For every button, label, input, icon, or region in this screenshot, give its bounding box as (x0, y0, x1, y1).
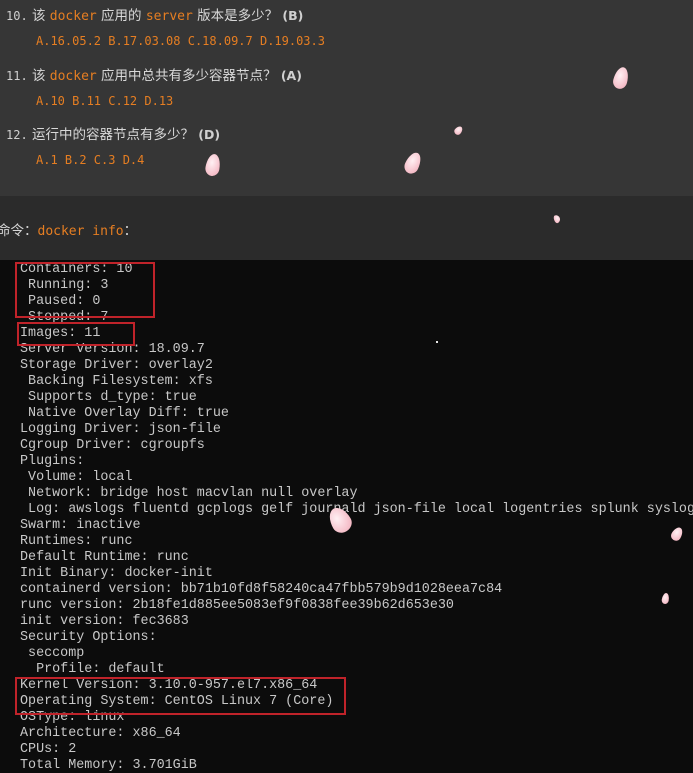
petal-decoration (552, 214, 562, 224)
question-11-options: A.10 B.11 C.12 D.13 (36, 94, 174, 108)
terminal-line: Logging Driver: json-file (20, 422, 221, 437)
terminal-line: Default Runtime: runc (20, 550, 189, 565)
speck-decoration (436, 341, 438, 343)
answer-label: (A) (280, 68, 302, 83)
command-code: docker info (37, 224, 124, 239)
terminal-line: Supports d_type: true (20, 390, 197, 405)
terminal-line: Architecture: x86_64 (20, 726, 181, 741)
terminal-line: Security Options: (20, 630, 157, 645)
command-label: 命令： (0, 223, 38, 239)
question-text: 应用的 (96, 8, 146, 24)
terminal-line: Backing Filesystem: xfs (20, 374, 213, 389)
terminal-line: Plugins: (20, 454, 85, 469)
terminal-line: Native Overlay Diff: true (20, 406, 229, 421)
highlight-box-containers (15, 262, 155, 318)
question-text: 应用中总共有多少容器节点？ (96, 68, 281, 84)
question-text: 运行中的容器节点有多少？ (27, 127, 199, 143)
answer-label: (D) (198, 127, 221, 142)
question-10-options: A.16.05.2 B.17.03.08 C.18.09.7 D.19.03.3 (36, 34, 325, 48)
terminal-line: seccomp (20, 646, 85, 661)
question-number: 10. (6, 9, 28, 23)
terminal-line: Network: bridge host macvlan null overla… (20, 486, 358, 501)
question-11: 11. 该 docker 应用中总共有多少容器节点？ (A) (6, 64, 302, 84)
terminal-line: Init Binary: docker-init (20, 566, 213, 581)
command-caption: 命令：docker info： (0, 219, 137, 239)
terminal-line: Total Memory: 3.701GiB (20, 758, 197, 773)
question-12: 12. 运行中的容器节点有多少？ (D) (6, 123, 220, 143)
terminal-line: CPUs: 2 (20, 742, 77, 757)
question-10: 10. 该 docker 应用的 server 版本是多少？ (B) (6, 4, 303, 24)
answer-label: (B) (282, 8, 304, 23)
inline-code: docker (49, 9, 97, 24)
terminal-line: Profile: default (20, 662, 165, 677)
inline-code: docker (49, 69, 97, 84)
question-12-options: A.1 B.2 C.3 D.4 (36, 153, 145, 167)
highlight-box-images (17, 322, 135, 346)
terminal-line: Volume: local (20, 470, 133, 485)
terminal-line: containerd version: bb71b10fd8f58240ca47… (20, 582, 503, 597)
question-text: 该 (27, 8, 50, 24)
command-suffix: ： (123, 223, 138, 239)
terminal-line: Swarm: inactive (20, 518, 141, 533)
terminal-line: runc version: 2b18fe1d885ee5083ef9f0838f… (20, 598, 454, 613)
question-number: 11. (6, 69, 28, 83)
terminal-line: init version: fec3683 (20, 614, 189, 629)
question-text: 该 (27, 68, 50, 84)
terminal-line: Runtimes: runc (20, 534, 133, 549)
terminal-line: Log: awslogs fluentd gcplogs gelf journa… (20, 502, 693, 517)
terminal-line: Cgroup Driver: cgroupfs (20, 438, 205, 453)
terminal-line: Storage Driver: overlay2 (20, 358, 213, 373)
highlight-box-kernel-os (15, 677, 346, 715)
inline-code: server (145, 9, 193, 24)
question-number: 12. (6, 128, 28, 142)
question-text: 版本是多少？ (192, 8, 283, 24)
